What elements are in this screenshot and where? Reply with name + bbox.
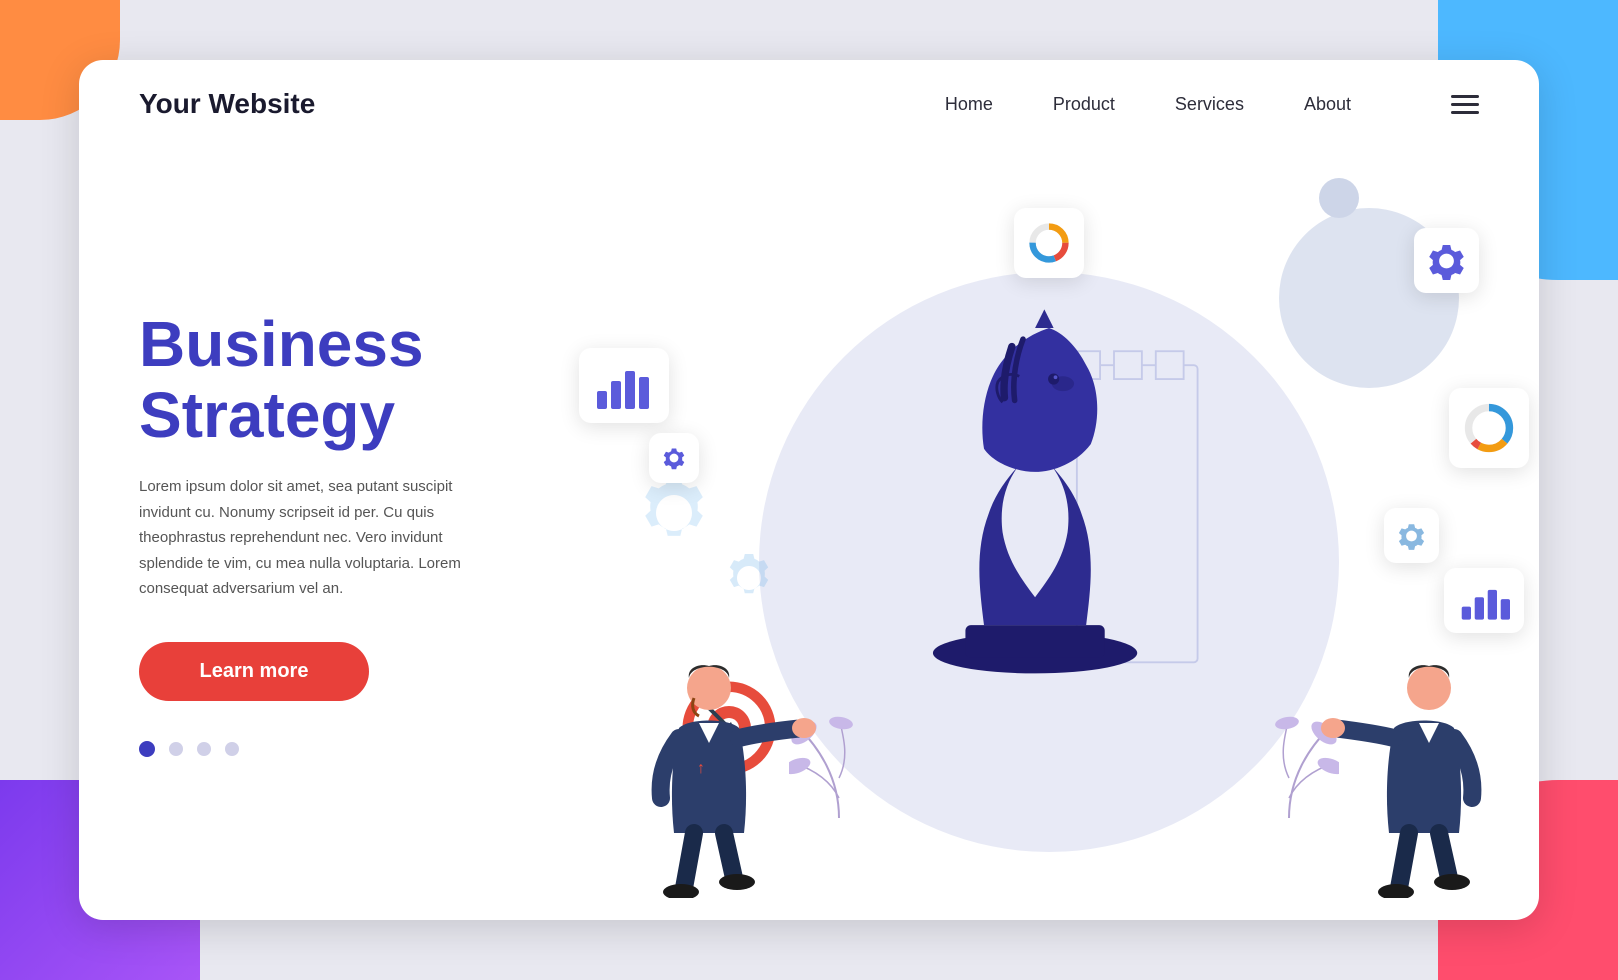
card-bar-chart-right	[1444, 568, 1524, 633]
nav-link-home[interactable]: Home	[945, 94, 993, 115]
nav-link-product[interactable]: Product	[1053, 94, 1115, 115]
card-gear-mid-right	[1384, 508, 1439, 563]
bar-chart-left	[593, 361, 655, 411]
hero-title: Business Strategy	[139, 309, 499, 450]
nav-link-services[interactable]: Services	[1175, 94, 1244, 115]
card-gear-top-right	[1414, 228, 1479, 293]
hero-title-line2: Strategy	[139, 379, 395, 451]
donut-chart-right	[1463, 400, 1515, 456]
hamburger-line-2	[1451, 103, 1479, 106]
hero-title-line1: Business	[139, 308, 424, 380]
learn-more-button[interactable]: Learn more	[139, 642, 369, 701]
figure-right	[1319, 658, 1499, 898]
logo: Your Website	[139, 88, 315, 120]
dot-1[interactable]	[139, 741, 155, 757]
hero-description: Lorem ipsum dolor sit amet, sea putant s…	[139, 474, 499, 602]
gear-icon-mid-right	[1398, 519, 1425, 553]
card-bar-chart-left	[579, 348, 669, 423]
card-donut-top	[1014, 208, 1084, 278]
figure-left: ↑	[639, 658, 819, 898]
gear-bg-small	[719, 548, 779, 608]
content-area: Business Strategy Lorem ipsum dolor sit …	[79, 148, 1539, 918]
dot-3[interactable]	[197, 742, 211, 756]
illustration-area: ↑	[559, 148, 1539, 918]
nav-links: Home Product Services About	[945, 94, 1479, 115]
carousel-dots	[139, 741, 499, 757]
hamburger-line-1	[1451, 95, 1479, 98]
dot-2[interactable]	[169, 742, 183, 756]
main-card: Your Website Home Product Services About…	[79, 60, 1539, 920]
nav-link-about[interactable]: About	[1304, 94, 1351, 115]
card-donut-right	[1449, 388, 1529, 468]
dot-4[interactable]	[225, 742, 239, 756]
bar-chart-right	[1458, 579, 1510, 623]
bg-circle-tiny	[1319, 178, 1359, 218]
svg-text:↑: ↑	[697, 760, 705, 777]
donut-chart-top	[1028, 220, 1070, 266]
gear-icon-top-right	[1428, 241, 1465, 281]
card-gear-left	[649, 433, 699, 483]
left-panel: Business Strategy Lorem ipsum dolor sit …	[79, 148, 559, 918]
hamburger-menu[interactable]	[1451, 95, 1479, 114]
navbar: Your Website Home Product Services About	[79, 60, 1539, 148]
gear-icon-left	[663, 443, 685, 473]
hamburger-line-3	[1451, 111, 1479, 114]
